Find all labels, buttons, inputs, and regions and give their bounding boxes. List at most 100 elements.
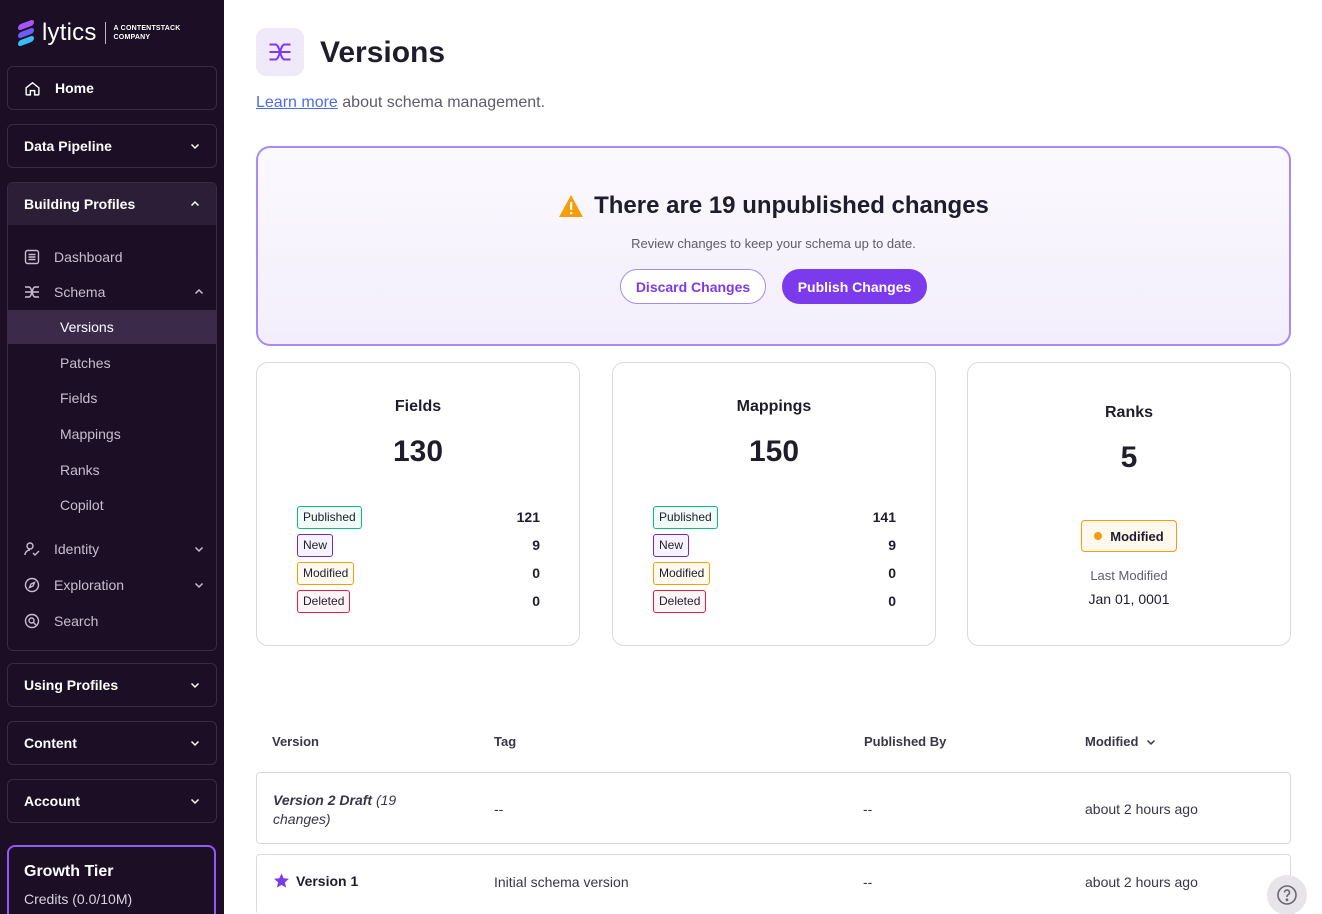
banner-title-text: There are 19 unpublished changes xyxy=(594,192,989,219)
stat-row: New 9 xyxy=(653,533,896,557)
tier-credits: Credits (0.0/10M) xyxy=(24,891,133,907)
fields-card-title: Fields xyxy=(394,398,442,415)
nav-dashboard-label: Dashboard xyxy=(54,249,123,265)
nav-schema-versions[interactable]: Versions xyxy=(8,310,216,344)
column-header-version[interactable]: Version xyxy=(272,734,319,749)
banner-title: There are 19 unpublished changes xyxy=(258,192,1289,220)
nav-account-label: Account xyxy=(24,793,80,809)
chevron-down-icon xyxy=(194,546,204,553)
published-badge: Published xyxy=(653,505,718,529)
tag-cell: Initial schema version xyxy=(494,874,629,890)
sort-chevron-down-icon xyxy=(1147,739,1156,745)
lytics-logo-icon xyxy=(18,19,36,47)
version-name: Version 1 xyxy=(296,872,359,889)
nav-schema-mappings[interactable]: Mappings xyxy=(8,417,216,451)
nav-exploration-label: Exploration xyxy=(54,577,125,593)
nav-identity-label: Identity xyxy=(54,541,100,557)
stat-value: 141 xyxy=(872,509,896,525)
nav-schema-patches[interactable]: Patches xyxy=(8,346,216,380)
fields-total: 130 xyxy=(392,435,444,468)
help-button[interactable] xyxy=(1267,875,1307,914)
nav-dashboard[interactable]: Dashboard xyxy=(24,247,204,267)
table-row[interactable]: Version 1 Initial schema version -- abou… xyxy=(256,854,1291,914)
tag-cell: -- xyxy=(494,801,504,817)
table-row[interactable]: Version 2 Draft (19 changes) -- -- about… xyxy=(256,772,1291,844)
nav-schema-label: Schema xyxy=(54,284,106,300)
schema-icon xyxy=(25,286,39,298)
stat-value: 0 xyxy=(888,593,896,609)
stat-value: 9 xyxy=(888,537,896,553)
published-badge: Published xyxy=(297,505,362,529)
schema-page-icon xyxy=(256,28,304,76)
modified-badge: Modified xyxy=(297,561,355,585)
schema-icon xyxy=(269,43,291,61)
dashboard-icon xyxy=(24,249,40,265)
nav-schema[interactable]: Schema xyxy=(24,282,204,302)
unpublished-changes-banner: There are 19 unpublished changes Review … xyxy=(256,146,1291,346)
ranks-card: Ranks 5 Modified Last Modified Jan 01, 0… xyxy=(967,362,1291,646)
stat-value: 121 xyxy=(516,509,540,525)
help-icon xyxy=(1277,885,1297,905)
nav-content[interactable]: Content xyxy=(7,721,217,765)
status-dot-icon xyxy=(1094,532,1103,540)
nav-building-profiles-header[interactable]: Building Profiles xyxy=(8,183,216,225)
nav-home[interactable]: Home xyxy=(7,66,217,110)
stat-row: New 9 xyxy=(297,533,540,557)
chevron-down-icon xyxy=(194,582,204,589)
stat-value: 0 xyxy=(532,593,540,609)
sidebar: lytics A CONTENTSTACK COMPANY Home Data … xyxy=(0,0,224,914)
chevron-up-icon xyxy=(190,200,200,207)
nav-home-label: Home xyxy=(55,80,94,96)
column-header-modified[interactable]: Modified xyxy=(1085,734,1156,749)
chevron-down-icon xyxy=(190,682,200,689)
nav-search-label: Search xyxy=(54,613,99,629)
nav-schema-fields[interactable]: Fields xyxy=(8,381,216,415)
last-modified-value: Jan 01, 0001 xyxy=(1088,591,1170,607)
nav-using-profiles[interactable]: Using Profiles xyxy=(7,663,217,707)
compass-icon xyxy=(24,577,40,593)
brand-name: lytics xyxy=(42,19,97,46)
banner-subtitle: Review changes to keep your schema up to… xyxy=(631,236,916,251)
discard-changes-button[interactable]: Discard Changes xyxy=(620,269,766,304)
column-header-published-by[interactable]: Published By xyxy=(864,734,946,749)
nav-exploration[interactable]: Exploration xyxy=(24,575,204,595)
learn-more-suffix: about schema management. xyxy=(337,94,546,111)
nav-schema-copilot[interactable]: Copilot xyxy=(8,488,216,522)
main-content: Versions Learn more about schema managem… xyxy=(224,0,1322,914)
warning-icon xyxy=(559,195,584,217)
nav-data-pipeline-label: Data Pipeline xyxy=(24,138,112,154)
lytics-logo[interactable]: lytics A CONTENTSTACK COMPANY xyxy=(18,18,184,48)
new-badge: New xyxy=(653,533,690,557)
last-modified-label: Last Modified xyxy=(1090,568,1168,583)
version-cell: Version 1 xyxy=(273,872,358,889)
published-by-cell: -- xyxy=(863,801,873,817)
stat-row: Deleted 0 xyxy=(653,589,896,613)
brand-subtitle: A CONTENTSTACK COMPANY xyxy=(113,25,181,41)
deleted-badge: Deleted xyxy=(653,589,707,613)
fields-card: Fields 130 Published 121 New 9 Modified 0 D… xyxy=(256,362,580,646)
nav-account[interactable]: Account xyxy=(7,779,217,823)
nav-schema-ranks[interactable]: Ranks xyxy=(8,453,216,487)
growth-tier-card[interactable]: Growth Tier Credits (0.0/10M) xyxy=(7,845,216,914)
mappings-card-title: Mappings xyxy=(736,398,812,415)
modified-badge: Modified xyxy=(653,561,711,585)
learn-more-link[interactable]: Learn more xyxy=(256,94,338,111)
stat-row: Published 141 xyxy=(653,505,896,529)
stat-value: 0 xyxy=(888,565,896,581)
nav-data-pipeline[interactable]: Data Pipeline xyxy=(7,124,217,168)
new-badge: New xyxy=(297,533,334,557)
nav-identity[interactable]: Identity xyxy=(24,539,204,559)
ranks-status-label: Modified xyxy=(1110,528,1164,544)
modified-cell: about 2 hours ago xyxy=(1085,874,1198,890)
learn-more-text: Learn more about schema management. xyxy=(256,94,545,112)
nav-using-profiles-label: Using Profiles xyxy=(24,677,119,693)
chevron-up-icon xyxy=(194,288,204,295)
publish-changes-button[interactable]: Publish Changes xyxy=(782,269,927,304)
column-header-tag[interactable]: Tag xyxy=(494,734,516,749)
ranks-card-title: Ranks xyxy=(1104,404,1154,421)
ranks-status-badge: Modified xyxy=(1081,520,1177,552)
stat-value: 0 xyxy=(532,565,540,581)
column-header-modified-label: Modified xyxy=(1085,734,1139,749)
nav-search[interactable]: Search xyxy=(24,611,204,631)
published-by-cell: -- xyxy=(863,874,873,890)
